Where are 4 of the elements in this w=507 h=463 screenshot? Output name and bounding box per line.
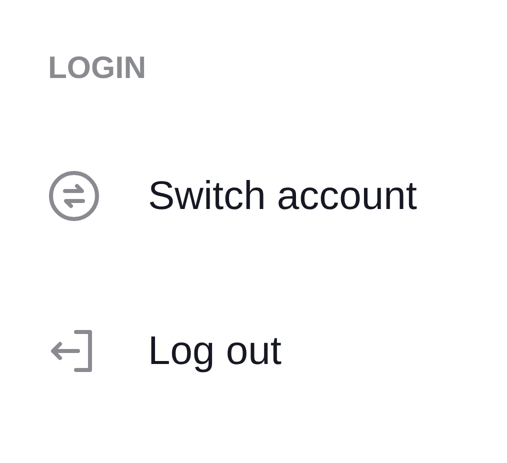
menu-item[interactable]: Log out [48, 321, 507, 381]
menu-item[interactable]: Switch account [48, 166, 507, 226]
switch-icon [48, 170, 100, 222]
section-title: LOGIN [48, 49, 148, 87]
